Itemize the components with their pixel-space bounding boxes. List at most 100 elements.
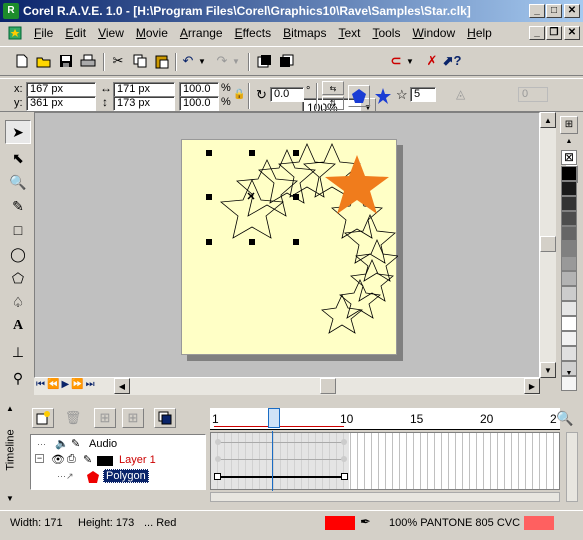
rave-app-icon[interactable]: R [3,3,19,19]
vertical-scroll-thumb[interactable] [540,236,556,252]
new-icon[interactable] [12,51,32,71]
menu-window[interactable]: Window [406,26,461,40]
points-input[interactable]: 5 [410,87,436,102]
timeline-hscrollbar[interactable] [210,492,560,502]
scroll-down-icon[interactable]: ▼ [540,362,556,378]
mirror-horizontal-icon[interactable]: ⇆ [322,81,344,95]
lock-ratio-icon[interactable]: 🔒 [233,89,245,100]
interactive-tool-icon[interactable]: ⊥ [5,340,31,364]
palette-swatch[interactable] [561,241,577,256]
text-tool-icon[interactable]: A [5,314,31,338]
doc-close-button[interactable]: ✕ [564,26,580,40]
polygon-tool-icon[interactable]: ⬠ [5,266,31,290]
pencil-icon[interactable]: ✎ [83,453,92,466]
move-down-icon[interactable]: ⊞ [122,408,144,428]
palette-swatch[interactable] [561,211,577,226]
scale-x-input[interactable]: 100.0 [179,82,219,97]
drawing-canvas[interactable] [34,112,540,378]
track-row-audio[interactable]: ⋯ 🔈 ✎ Audio [31,437,205,453]
whats-this-icon[interactable]: ⬈? [442,51,462,71]
palette-swatch[interactable] [561,166,577,181]
paste-icon[interactable] [152,51,172,71]
palette-swatch[interactable] [561,346,577,361]
menu-effects[interactable]: Effects [229,26,277,40]
frame-ruler[interactable]: 1 5 10 15 20 2 [210,408,560,430]
menu-bitmaps[interactable]: Bitmaps [277,26,332,40]
open-icon[interactable] [34,51,54,71]
minimize-button[interactable]: _ [529,4,545,18]
collapse-icon[interactable]: − [35,454,44,463]
delete-object-icon[interactable]: 🗑 [62,408,84,428]
star-animation-artwork[interactable] [182,140,399,356]
redo-icon[interactable]: ↷ [212,51,232,71]
last-frame-icon[interactable]: ⏭ [86,379,97,390]
menu-arrange[interactable]: Arrange [174,26,229,40]
copy-icon[interactable] [130,51,150,71]
prev-frame-icon[interactable]: ⏪ [47,379,61,390]
next-frame-icon[interactable]: ⏩ [71,379,85,390]
palette-swatch[interactable] [561,286,577,301]
timeline-vscrollbar[interactable] [566,432,578,502]
maximize-button[interactable]: □ [546,4,562,18]
frame-grid[interactable] [210,431,560,491]
playhead[interactable] [268,408,280,428]
zoom-frames-icon[interactable]: 🔍 [556,410,573,427]
play-icon[interactable]: ▶ [61,379,71,390]
doc-minimize-button[interactable]: _ [529,26,545,40]
palette-scroll-down[interactable]: ▼ [561,370,577,378]
keyframe[interactable] [214,473,221,480]
keyframe[interactable] [341,473,348,480]
palette-swatch[interactable] [561,196,577,211]
zoom-tool-icon[interactable]: 🔍 [5,170,31,194]
sharpness-input[interactable]: 0 [518,87,548,102]
drawing-page[interactable] [181,139,399,356]
print-icon[interactable] [78,51,98,71]
menu-file[interactable]: File [28,26,59,40]
palette-swatch[interactable] [561,316,577,331]
palette-scroll-up[interactable]: ▲ [561,138,577,146]
menu-edit[interactable]: Edit [59,26,92,40]
layer-order-icon[interactable] [154,408,176,428]
snap-icon[interactable]: ⊂ [386,51,406,71]
new-object-icon[interactable] [32,408,54,428]
mirror-vertical-icon[interactable]: ⇅ [322,96,344,110]
menu-help[interactable]: Help [461,26,498,40]
outline-color-swatch[interactable] [524,516,554,530]
export-icon[interactable] [276,51,296,71]
width-input[interactable]: 171 px [113,82,175,97]
ellipse-tool-icon[interactable]: ◯ [5,242,31,266]
timeline-tab[interactable]: ▲ Timeline ▼ [4,404,22,504]
menu-text[interactable]: Text [332,26,366,40]
cut-icon[interactable]: ✂ [108,51,128,71]
title-bar[interactable]: R Corel R.A.V.E. 1.0 - [H:\Program Files… [0,0,583,22]
eyedropper-tool-icon[interactable]: ⚲ [5,366,31,390]
menu-movie[interactable]: Movie [130,26,174,40]
palette-swatch[interactable] [561,331,577,346]
fill-color-swatch[interactable] [325,516,355,530]
polygon-mode-icon[interactable] [348,85,370,107]
palette-swatch[interactable] [561,181,577,196]
scroll-left-icon[interactable]: ◀ [114,378,130,394]
palette-swatch[interactable] [561,226,577,241]
keyframe[interactable] [341,439,347,445]
track-row-layer[interactable]: − 👁 ⎙ ✎ Layer 1 [31,453,205,469]
import-icon[interactable] [254,51,274,71]
undo-icon[interactable]: ↶ [178,51,198,71]
eye-icon[interactable]: 👁 [51,453,65,466]
palette-swatch[interactable] [561,376,577,391]
document-icon[interactable] [6,25,24,41]
shape-tool-icon[interactable]: ⬉ [5,146,31,170]
keyframe[interactable] [215,456,221,462]
first-frame-icon[interactable]: ⏮ [36,379,47,390]
pick-tool-icon[interactable]: ➤ [5,120,31,144]
basic-shapes-tool-icon[interactable]: ♤ [5,290,31,314]
x-position-input[interactable]: 167 px [26,82,96,97]
keyframe[interactable] [341,456,347,462]
undo-dropdown[interactable]: ▼ [196,51,208,71]
palette-swatch[interactable] [561,301,577,316]
scroll-up-icon[interactable]: ▲ [540,112,556,128]
scale-y-input[interactable]: 100.0 [179,96,219,111]
save-icon[interactable] [56,51,76,71]
menu-view[interactable]: View [92,26,130,40]
pencil-icon[interactable]: ✎ [71,437,80,450]
